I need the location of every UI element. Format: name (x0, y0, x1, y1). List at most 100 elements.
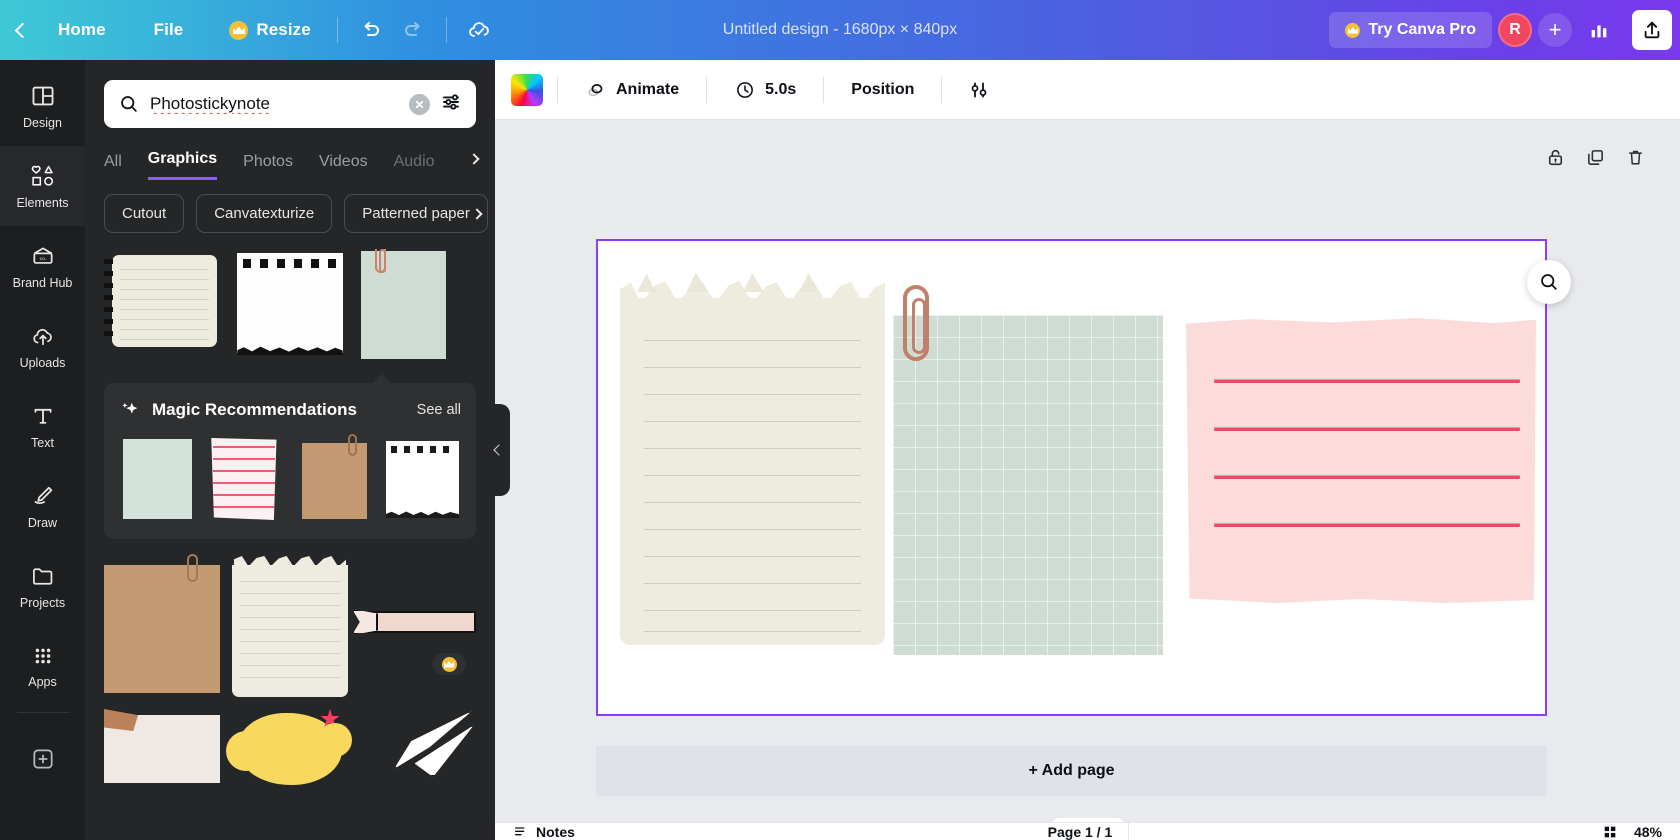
insights-button[interactable] (1578, 9, 1620, 51)
magic-card-pink-striped[interactable] (207, 437, 284, 521)
share-upload-icon (1644, 21, 1660, 39)
crown-icon (441, 656, 457, 672)
result-taped-paper[interactable] (104, 709, 220, 783)
canvas-area[interactable]: + Add page (495, 120, 1680, 840)
chip-cutout[interactable]: Cutout (104, 194, 185, 233)
clear-search-button[interactable] (409, 93, 430, 115)
share-button[interactable] (1632, 10, 1672, 50)
page-search-button[interactable] (1527, 260, 1571, 304)
cloud-upload-icon (32, 328, 52, 345)
star-icon (320, 709, 340, 728)
grid-view-icon[interactable] (1602, 824, 1618, 840)
color-swatch-button[interactable] (511, 73, 543, 106)
rail-divider (16, 712, 69, 713)
sidebar-item-draw[interactable]: Draw (0, 466, 85, 546)
see-all-button[interactable]: See all (417, 402, 461, 418)
duplicate-button[interactable] (1580, 142, 1610, 172)
panel-collapse-button[interactable] (488, 404, 510, 496)
results-row-3 (85, 697, 495, 785)
tab-graphics[interactable]: Graphics (147, 150, 218, 180)
pen-icon (34, 486, 52, 504)
tune-sliders-icon (443, 93, 459, 110)
folder-icon (32, 567, 52, 585)
sidebar-label-elements: Elements (16, 195, 69, 210)
sidebar-label-design: Design (23, 115, 62, 130)
magic-recommendations-card: Magic Recommendations See all (104, 374, 476, 539)
green-clip-note-art (360, 249, 446, 359)
back-button[interactable] (0, 0, 44, 60)
animate-circles-icon (588, 83, 603, 96)
avatar[interactable]: R (1498, 13, 1532, 47)
result-yellow-cloud[interactable] (226, 709, 352, 785)
undo-button[interactable] (350, 9, 392, 51)
chevron-left-icon (14, 22, 30, 38)
animate-button[interactable]: Animate (572, 70, 692, 110)
try-canva-pro-button[interactable]: Try Canva Pro (1329, 12, 1492, 48)
zoom-group: 48% (1602, 824, 1680, 840)
result-lined-notepad[interactable] (104, 249, 221, 367)
header-divider-1 (336, 17, 338, 43)
lined-notepad-art (104, 255, 218, 347)
zoom-level[interactable]: 48% (1634, 824, 1662, 840)
add-collaborator-button[interactable]: + (1538, 13, 1572, 47)
cloud-saved-button[interactable] (459, 9, 501, 51)
tab-all[interactable]: All (104, 153, 122, 180)
result-cream-spiral-notepad[interactable] (232, 557, 348, 697)
notes-button[interactable]: Notes (495, 824, 575, 840)
result-paper-plane[interactable] (360, 709, 476, 781)
transparency-button[interactable] (956, 69, 1006, 111)
sidebar-item-brand-hub[interactable]: co. Brand Hub (0, 226, 85, 306)
lock-button[interactable] (1540, 142, 1570, 172)
result-pink-ribbon-banner[interactable] (352, 557, 476, 675)
result-tan-paperclip-card[interactable] (104, 554, 220, 693)
resize-button[interactable]: Resize (215, 13, 324, 47)
top-header-bar: Home File Resize Untitled design - 1680p… (0, 0, 1680, 60)
file-label: File (153, 20, 184, 39)
duration-button[interactable]: 5.0s (721, 70, 809, 110)
sidebar-item-design[interactable]: Design (0, 66, 85, 146)
delete-button[interactable] (1620, 142, 1650, 172)
sidebar-item-apps[interactable]: Apps (0, 626, 85, 706)
search-filter-button[interactable] (440, 90, 464, 119)
grid-green-note[interactable] (893, 315, 1163, 655)
tab-videos[interactable]: Videos (319, 153, 368, 180)
result-green-clip-note[interactable] (359, 249, 476, 367)
tabs-next-button[interactable] (463, 148, 485, 170)
toolbar-divider-3 (823, 76, 825, 103)
page-indicator: Page 1 / 1 (1047, 823, 1113, 840)
result-torn-white-paper[interactable] (231, 249, 348, 367)
page-indicator-group: Page 1 / 1 (1047, 823, 1130, 840)
home-button[interactable]: Home (44, 13, 120, 47)
layout-icon (32, 86, 53, 105)
design-title[interactable]: Untitled design - 1680px × 840px (711, 15, 969, 45)
sidebar-label-uploads: Uploads (19, 355, 66, 370)
sidebar-item-uploads[interactable]: Uploads (0, 306, 85, 386)
lined-notepad-note[interactable] (620, 272, 885, 645)
sidebar-item-elements[interactable]: Elements (0, 146, 85, 226)
magic-card-white-notepad[interactable] (384, 437, 461, 521)
magic-card-mint-note[interactable] (119, 437, 196, 521)
chips-next-button[interactable] (467, 204, 487, 224)
crown-icon (229, 20, 249, 40)
notes-icon (515, 826, 525, 835)
left-rail: Design Elements co. Brand Hub Uploads Te… (0, 60, 85, 840)
sidebar-item-projects[interactable]: Projects (0, 546, 85, 626)
tab-audio[interactable]: Audio (394, 153, 435, 180)
magic-card-tan-clipped[interactable] (296, 434, 373, 521)
chip-canvatexturize[interactable]: Canvatexturize (196, 194, 333, 233)
pink-lined-note[interactable] (1186, 318, 1536, 603)
avatar-initial: R (1509, 21, 1521, 38)
crown-icon (1345, 22, 1361, 38)
search-box[interactable]: Photostickynote (104, 80, 476, 128)
mint-square-note-art (123, 439, 193, 519)
status-divider (1128, 823, 1130, 840)
redo-button[interactable] (392, 9, 434, 51)
sidebar-item-more[interactable] (0, 719, 85, 799)
search-input[interactable]: Photostickynote (150, 94, 399, 114)
design-page[interactable] (596, 239, 1571, 716)
file-menu-button[interactable]: File (140, 13, 198, 47)
position-button[interactable]: Position (838, 72, 927, 108)
add-page-button[interactable]: + Add page (596, 746, 1547, 796)
tab-photos[interactable]: Photos (243, 153, 293, 180)
sidebar-item-text[interactable]: Text (0, 386, 85, 466)
